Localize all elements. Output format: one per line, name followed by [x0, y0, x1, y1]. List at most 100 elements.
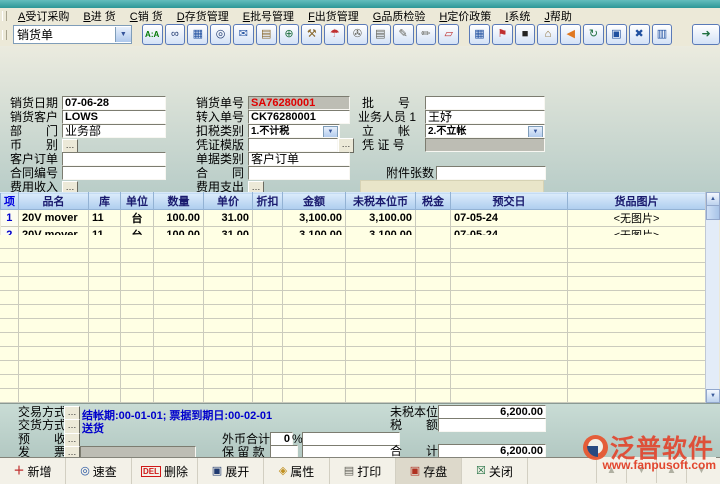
contract-label: 合 同	[196, 167, 244, 180]
scrollbar-thumb[interactable]	[706, 205, 720, 220]
delete-button[interactable]: DEL删除	[132, 458, 198, 484]
cell-tax[interactable]	[416, 210, 451, 227]
mail-icon[interactable]: ✉	[233, 24, 254, 45]
delivery-mode-browse-button[interactable]: …	[64, 419, 80, 434]
row-index[interactable]: 1	[1, 210, 19, 227]
menu-batch[interactable]: E批号管理	[236, 8, 301, 24]
foreign-total-field[interactable]	[302, 432, 400, 446]
menu-system[interactable]: I系统	[498, 8, 537, 24]
nav-next-icon[interactable]: ▲	[656, 457, 686, 483]
customer-field[interactable]: LOWS	[62, 110, 166, 124]
delivery-mode-label: 交货方式	[18, 419, 66, 432]
properties-button[interactable]: ◈属性	[264, 458, 330, 484]
menu-help[interactable]: J帮助	[537, 8, 579, 24]
quick-search-button[interactable]: ◎速查	[66, 458, 132, 484]
doc-type-combo[interactable]: 销货单 ▼	[13, 25, 132, 44]
col-header-qty: 数量	[154, 193, 204, 210]
globe-icon[interactable]: ⊕	[279, 24, 300, 45]
transfer-no-label: 转入单号	[196, 111, 244, 124]
customer-order-field[interactable]	[62, 152, 166, 166]
pushpin-icon[interactable]: ✇	[347, 24, 368, 45]
save-disk-icon: ▣	[410, 466, 420, 477]
preview-icon[interactable]: ◎	[210, 24, 231, 45]
table-grid-icon[interactable]: ▦	[469, 24, 490, 45]
scroll-up-icon[interactable]: ▲	[706, 192, 720, 206]
account-type-label: 立 帐	[362, 125, 410, 138]
speaker-icon[interactable]: ◀	[560, 24, 581, 45]
add-button[interactable]: ＋新增	[0, 458, 66, 484]
print-button[interactable]: ▤打印	[330, 458, 396, 484]
doc-category-field[interactable]: 客户订单	[248, 152, 350, 166]
menu-shipping[interactable]: F出货管理	[301, 8, 366, 24]
schedule-icon[interactable]: ▦	[187, 24, 208, 45]
pencil-icon[interactable]: ✎	[393, 24, 414, 45]
cell-amount[interactable]: 3,100.00	[283, 210, 346, 227]
table-row[interactable]: 1 20V mover 11 台 100.00 31.00 3,100.00 3…	[1, 210, 706, 227]
chevron-down-icon[interactable]: ▼	[115, 27, 131, 42]
department-field[interactable]: 业务部	[62, 124, 166, 138]
scroll-down-icon[interactable]: ▼	[706, 389, 720, 403]
voucher-template-field[interactable]	[248, 138, 338, 152]
desktop-icon[interactable]: ▥	[652, 24, 673, 45]
col-header-duedate: 预交日	[451, 193, 568, 210]
voucher-template-browse-button[interactable]: …	[338, 138, 354, 153]
cell-product[interactable]: 20V mover	[19, 210, 89, 227]
tax-type-dropdown[interactable]: 1.不计税▼	[248, 124, 340, 138]
binoculars-search-icon[interactable]: ∞	[165, 24, 186, 45]
transfer-no-field[interactable]: CK76280001	[248, 110, 350, 124]
menu-inventory[interactable]: D存货管理	[170, 8, 236, 24]
chevron-down-icon[interactable]: ▼	[323, 126, 338, 138]
notepad-icon[interactable]: ▤	[370, 24, 391, 45]
cell-untaxed[interactable]: 3,100.00	[346, 210, 416, 227]
batch-no-field[interactable]	[425, 96, 545, 110]
sale-date-field[interactable]: 07-06-28	[62, 96, 166, 110]
cell-discount[interactable]	[253, 210, 283, 227]
menu-inbound[interactable]: B进 货	[76, 8, 122, 24]
menu-purchase[interactable]: A受订采购	[11, 8, 76, 24]
menu-quality[interactable]: G品质检验	[366, 8, 433, 24]
find-replace-icon[interactable]: A:A	[142, 24, 163, 45]
grand-total-field: 6,200.00	[438, 444, 546, 458]
plus-icon: ＋	[13, 466, 24, 477]
agent-umbrella-icon[interactable]: ☂	[324, 24, 345, 45]
grid-scrollbar[interactable]: ▲ ▼	[705, 192, 719, 403]
col-header-index: 项	[1, 193, 19, 210]
expand-button[interactable]: ▣展开	[198, 458, 264, 484]
nav-prev-icon[interactable]: ▼	[626, 457, 656, 483]
voucher-no-field	[425, 138, 545, 152]
foreign-percent-field[interactable]: 0	[270, 432, 293, 446]
account-type-dropdown[interactable]: 2.不立帐▼	[425, 124, 545, 138]
cell-warehouse[interactable]: 11	[89, 210, 121, 227]
nav-first-icon[interactable]: ▲	[596, 457, 626, 483]
bank-icon[interactable]: ⌂	[537, 24, 558, 45]
attachments-field[interactable]	[436, 166, 546, 180]
contract-field[interactable]	[248, 166, 350, 180]
customer-label: 销货客户	[10, 111, 58, 124]
save-button[interactable]: ▣存盘	[396, 458, 462, 484]
nav-last-icon[interactable]: ▼	[686, 457, 716, 483]
refresh-icon[interactable]: ↻	[583, 24, 604, 45]
toolbar: 销货单 ▼ A:A ∞ ▦ ◎ ✉ ▤ ⊕ ⚒ ☂ ✇ ▤ ✎ ✏ ▱ ▦ ⚑ …	[0, 23, 720, 47]
cell-image[interactable]: <无图片>	[568, 210, 706, 227]
snapshot-icon[interactable]: ■	[515, 24, 536, 45]
col-header-unit: 单位	[121, 193, 154, 210]
chevron-down-icon[interactable]: ▼	[528, 126, 543, 138]
cascade-window-icon[interactable]: ▣	[606, 24, 627, 45]
salesperson-field[interactable]: 王妤	[425, 110, 545, 124]
menu-sales[interactable]: C销 货	[123, 8, 170, 24]
close-x-icon[interactable]: ✖	[629, 24, 650, 45]
grid-empty-rows	[0, 235, 705, 403]
tools-icon[interactable]: ⚒	[301, 24, 322, 45]
close-button[interactable]: ☒关闭	[462, 458, 528, 484]
eraser-icon[interactable]: ▱	[438, 24, 459, 45]
cell-qty[interactable]: 100.00	[154, 210, 204, 227]
contract-no-field[interactable]	[62, 166, 166, 180]
pencil-info-icon[interactable]: ✏	[416, 24, 437, 45]
menu-pricing[interactable]: H定价政策	[432, 8, 498, 24]
cell-duedate[interactable]: 07-05-24	[451, 210, 568, 227]
cell-unit[interactable]: 台	[121, 210, 154, 227]
drawer-icon[interactable]: ▤	[256, 24, 277, 45]
exit-person-icon[interactable]: ➜	[692, 24, 720, 45]
cell-price[interactable]: 31.00	[204, 210, 253, 227]
flag-icon[interactable]: ⚑	[492, 24, 513, 45]
